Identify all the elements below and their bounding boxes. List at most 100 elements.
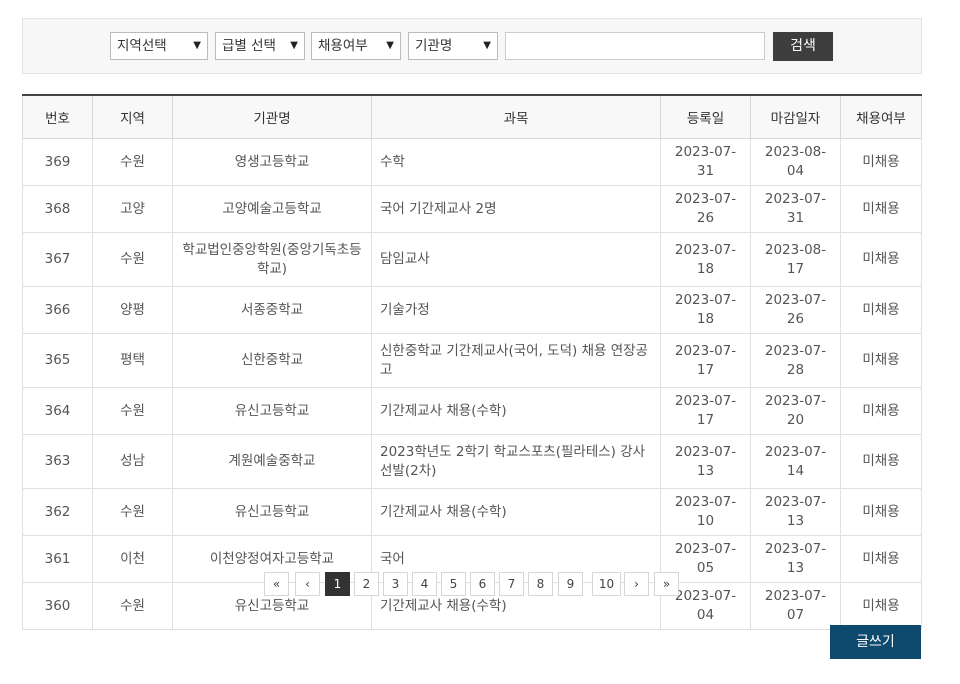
cell-institution[interactable]: 유신고등학교 (172, 488, 372, 536)
chevron-down-icon: ▼ (193, 40, 201, 51)
cell-deadline: 2023-07-13 (750, 488, 841, 536)
cell-number: 366 (22, 286, 93, 334)
grade-select[interactable]: 급별 선택 ▼ (215, 32, 305, 60)
cell-hire-status: 미채용 (840, 582, 922, 630)
table-row[interactable]: 366 양평 서종중학교 기술가정 2023-07-18 2023-07-26 미채용 (22, 286, 922, 334)
page-8-button[interactable]: 8 (528, 572, 553, 596)
cell-region: 이천 (92, 535, 173, 583)
cell-region: 수원 (92, 138, 173, 186)
header-region: 지역 (92, 94, 173, 139)
cell-institution[interactable]: 신한중학교 (172, 333, 372, 388)
hire-status-select[interactable]: 채용여부 ▼ (311, 32, 401, 60)
prev-page-button[interactable]: ‹ (295, 572, 320, 596)
cell-institution[interactable]: 서종중학교 (172, 286, 372, 334)
cell-hire-status: 미채용 (840, 138, 922, 186)
page-7-button[interactable]: 7 (499, 572, 524, 596)
hire-status-select-value: 채용여부 (318, 38, 368, 54)
keyword-input[interactable] (505, 32, 765, 60)
region-select-value: 지역선택 (117, 38, 167, 54)
cell-number: 364 (22, 387, 93, 435)
cell-institution[interactable]: 영생고등학교 (172, 138, 372, 186)
table-row[interactable]: 368 고양 고양예술고등학교 국어 기간제교사 2명 2023-07-26 2023-0… (22, 185, 922, 233)
cell-subject[interactable]: 2023학년도 2학기 학교스포츠(필라테스) 강사 선발(2차) (371, 434, 661, 489)
cell-subject[interactable]: 기간제교사 채용(수학) (371, 387, 661, 435)
last-page-button[interactable]: » (654, 572, 679, 596)
cell-region: 성남 (92, 434, 173, 489)
header-deadline: 마감일자 (750, 94, 841, 139)
table-header-row: 번호 지역 기관명 과목 등록일 마감일자 채용여부 (22, 94, 922, 139)
cell-hire-status: 미채용 (840, 434, 922, 489)
cell-deadline: 2023-07-26 (750, 286, 841, 334)
write-post-button[interactable]: 글쓰기 (830, 625, 921, 659)
cell-region: 평택 (92, 333, 173, 388)
cell-registered-date: 2023-07-18 (660, 232, 751, 287)
page-4-button[interactable]: 4 (412, 572, 437, 596)
cell-hire-status: 미채용 (840, 535, 922, 583)
cell-institution[interactable]: 학교법인중앙학원(중앙기독초등학교) (172, 232, 372, 287)
cell-hire-status: 미채용 (840, 286, 922, 334)
table-row[interactable]: 367 수원 학교법인중앙학원(중앙기독초등학교) 담임교사 2023-07-18 202… (22, 232, 922, 287)
header-number: 번호 (22, 94, 93, 139)
cell-subject[interactable]: 국어 기간제교사 2명 (371, 185, 661, 233)
search-field-select[interactable]: 기관명 ▼ (408, 32, 498, 60)
table-row[interactable]: 369 수원 영생고등학교 수학 2023-07-31 2023-08-04 미채용 (22, 138, 922, 186)
page-3-button[interactable]: 3 (383, 572, 408, 596)
search-bar: 지역선택 ▼ 급별 선택 ▼ 채용여부 ▼ 기관명 ▼ 검색 (22, 18, 922, 74)
cell-region: 양평 (92, 286, 173, 334)
cell-institution[interactable]: 고양예술고등학교 (172, 185, 372, 233)
table-row[interactable]: 364 수원 유신고등학교 기간제교사 채용(수학) 2023-07-17 2023-07… (22, 387, 922, 435)
header-hire-status: 채용여부 (840, 94, 922, 139)
cell-registered-date: 2023-07-18 (660, 286, 751, 334)
cell-number: 363 (22, 434, 93, 489)
cell-number: 362 (22, 488, 93, 536)
cell-deadline: 2023-08-17 (750, 232, 841, 287)
cell-number: 367 (22, 232, 93, 287)
cell-deadline: 2023-07-20 (750, 387, 841, 435)
cell-registered-date: 2023-07-31 (660, 138, 751, 186)
page-9-button[interactable]: 9 (558, 572, 583, 596)
page-1-button[interactable]: 1 (325, 572, 350, 596)
table-row[interactable]: 365 평택 신한중학교 신한중학교 기간제교사(국어, 도덕) 채용 연장공고 202… (22, 333, 922, 388)
cell-deadline: 2023-08-04 (750, 138, 841, 186)
cell-region: 수원 (92, 582, 173, 630)
table-row[interactable]: 362 수원 유신고등학교 기간제교사 채용(수학) 2023-07-10 2023-07… (22, 488, 922, 536)
cell-subject[interactable]: 담임교사 (371, 232, 661, 287)
page-6-button[interactable]: 6 (470, 572, 495, 596)
cell-registered-date: 2023-07-17 (660, 387, 751, 435)
header-institution: 기관명 (172, 94, 372, 139)
cell-registered-date: 2023-07-26 (660, 185, 751, 233)
cell-institution[interactable]: 계원예술중학교 (172, 434, 372, 489)
page-2-button[interactable]: 2 (354, 572, 379, 596)
cell-hire-status: 미채용 (840, 232, 922, 287)
cell-region: 수원 (92, 232, 173, 287)
region-select[interactable]: 지역선택 ▼ (110, 32, 208, 60)
cell-deadline: 2023-07-13 (750, 535, 841, 583)
table-row[interactable]: 363 성남 계원예술중학교 2023학년도 2학기 학교스포츠(필라테스) 강사 선… (22, 434, 922, 489)
cell-number: 365 (22, 333, 93, 388)
cell-hire-status: 미채용 (840, 387, 922, 435)
chevron-down-icon: ▼ (386, 40, 394, 51)
search-button[interactable]: 검색 (773, 32, 833, 61)
cell-subject[interactable]: 신한중학교 기간제교사(국어, 도덕) 채용 연장공고 (371, 333, 661, 388)
job-posting-table: 번호 지역 기관명 과목 등록일 마감일자 채용여부 369 수원 영생고등학교 수학… (22, 94, 922, 630)
cell-hire-status: 미채용 (840, 488, 922, 536)
cell-subject[interactable]: 수학 (371, 138, 661, 186)
next-page-button[interactable]: › (624, 572, 649, 596)
cell-number: 368 (22, 185, 93, 233)
cell-region: 수원 (92, 488, 173, 536)
cell-institution[interactable]: 유신고등학교 (172, 387, 372, 435)
header-subject: 과목 (371, 94, 661, 139)
cell-number: 369 (22, 138, 93, 186)
cell-registered-date: 2023-07-17 (660, 333, 751, 388)
cell-deadline: 2023-07-28 (750, 333, 841, 388)
first-page-button[interactable]: « (264, 572, 289, 596)
cell-deadline: 2023-07-14 (750, 434, 841, 489)
cell-subject[interactable]: 기간제교사 채용(수학) (371, 488, 661, 536)
cell-registered-date: 2023-07-13 (660, 434, 751, 489)
cell-region: 고양 (92, 185, 173, 233)
cell-deadline: 2023-07-07 (750, 582, 841, 630)
cell-subject[interactable]: 기술가정 (371, 286, 661, 334)
page-5-button[interactable]: 5 (441, 572, 466, 596)
cell-registered-date: 2023-07-10 (660, 488, 751, 536)
page-10-button[interactable]: 10 (592, 572, 621, 596)
